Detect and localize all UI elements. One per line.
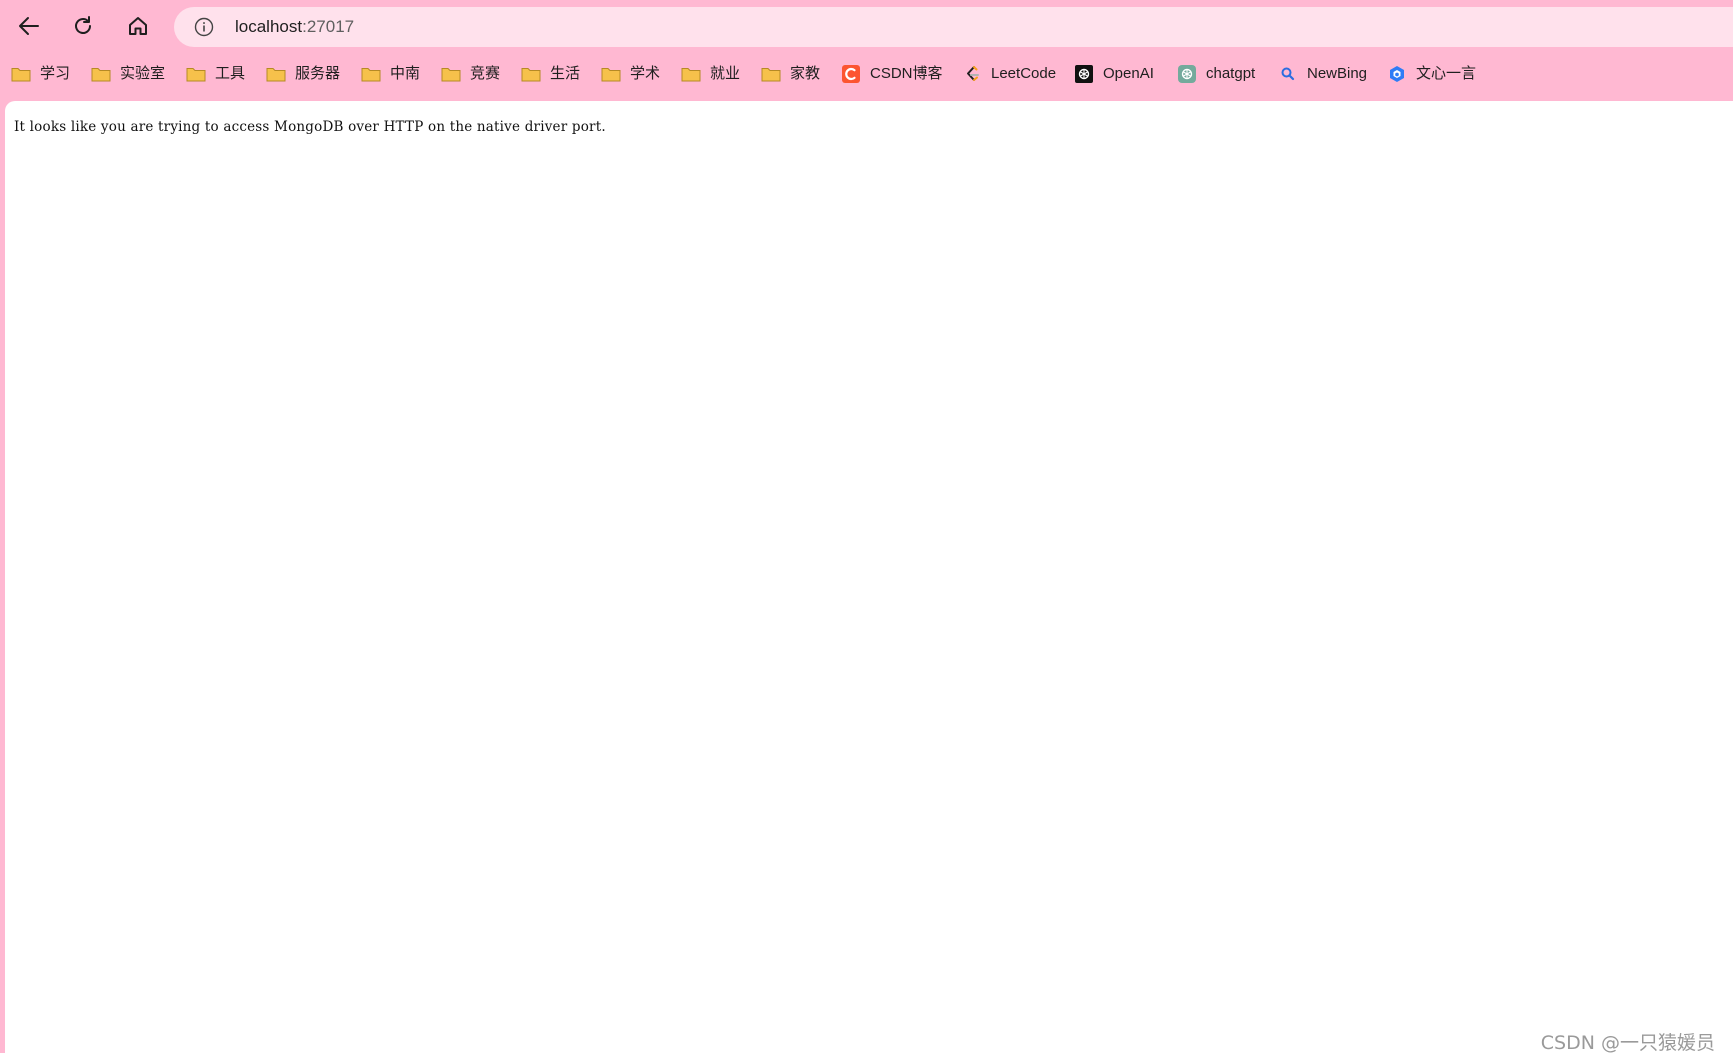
page-content: It looks like you are trying to access M… (5, 101, 1733, 1053)
bookmark-label: 就业 (710, 65, 741, 82)
bookmark-label: chatgpt (1206, 65, 1256, 82)
bookmark-label: 家教 (790, 65, 821, 82)
bookmark-label: 中南 (390, 65, 421, 82)
folder-icon (266, 65, 286, 83)
bookmarks-bar: 学习 实验室 工具 服务器 中南 竞赛 生活 学术 就业 家教 CSDN博客 L… (0, 57, 1733, 91)
info-circle-icon[interactable] (194, 17, 214, 37)
bookmark-folder-lab[interactable]: 实验室 (91, 57, 165, 91)
home-button[interactable] (120, 8, 156, 44)
openai-icon (1074, 65, 1094, 83)
folder-icon (601, 65, 621, 83)
bookmark-folder-contest[interactable]: 竞赛 (441, 57, 500, 91)
bookmark-label: 文心一言 (1416, 65, 1477, 82)
reload-icon (75, 16, 91, 34)
bookmark-folder-tutoring[interactable]: 家教 (761, 57, 820, 91)
address-bar[interactable]: localhost:27017 (174, 7, 1733, 47)
bookmark-csdn[interactable]: CSDN博客 (841, 57, 943, 91)
wenxin-icon (1387, 65, 1407, 83)
bookmark-folder-academic[interactable]: 学术 (601, 57, 660, 91)
bookmark-label: LeetCode (991, 65, 1057, 82)
watermark: CSDN @一只猿媛员 (1540, 1032, 1715, 1053)
bookmark-label: 学习 (40, 65, 71, 82)
bookmark-label: 工具 (215, 65, 246, 82)
bookmark-wenxin[interactable]: 文心一言 (1387, 57, 1476, 91)
url-host: localhost (235, 17, 303, 36)
bookmark-openai[interactable]: OpenAI (1074, 57, 1154, 91)
bookmark-folder-zhongnan[interactable]: 中南 (361, 57, 420, 91)
csdn-icon (841, 65, 861, 83)
folder-icon (91, 65, 111, 83)
page-message: It looks like you are trying to access M… (14, 119, 606, 135)
bookmark-folder-life[interactable]: 生活 (521, 57, 580, 91)
folder-icon (441, 65, 461, 83)
chatgpt-icon (1177, 65, 1197, 83)
folder-icon (681, 65, 701, 83)
bookmark-folder-xuexi[interactable]: 学习 (11, 57, 70, 91)
bookmark-label: 实验室 (120, 65, 166, 82)
bookmark-label: NewBing (1307, 65, 1368, 82)
bookmark-label: 竞赛 (470, 65, 501, 82)
leetcode-icon (962, 65, 982, 83)
bookmark-leetcode[interactable]: LeetCode (962, 57, 1056, 91)
bookmark-folder-tools[interactable]: 工具 (186, 57, 245, 91)
folder-icon (361, 65, 381, 83)
bookmark-label: 学术 (630, 65, 661, 82)
url-port: :27017 (302, 17, 355, 36)
url-text[interactable]: localhost:27017 (235, 16, 354, 38)
bookmark-chatgpt[interactable]: chatgpt (1177, 57, 1255, 91)
bookmark-folder-servers[interactable]: 服务器 (266, 57, 340, 91)
home-icon (129, 17, 147, 35)
back-button[interactable] (11, 8, 47, 44)
folder-icon (186, 65, 206, 83)
bookmark-label: OpenAI (1103, 65, 1154, 82)
folder-icon (761, 65, 781, 83)
folder-icon (11, 65, 31, 83)
bookmark-label: 服务器 (295, 65, 341, 82)
toolbar: localhost:27017 (0, 0, 1733, 52)
search-icon (1278, 65, 1298, 83)
bookmark-folder-jobs[interactable]: 就业 (681, 57, 740, 91)
arrow-left-icon (19, 17, 39, 35)
folder-icon (521, 65, 541, 83)
browser-window: localhost:27017 学习 实验室 工具 服务器 中南 竞赛 生活 学… (0, 0, 1733, 1053)
bookmark-newbing[interactable]: NewBing (1278, 57, 1367, 91)
reload-button[interactable] (65, 8, 101, 44)
bookmark-label: CSDN博客 (870, 65, 943, 82)
bookmark-label: 生活 (550, 65, 581, 82)
